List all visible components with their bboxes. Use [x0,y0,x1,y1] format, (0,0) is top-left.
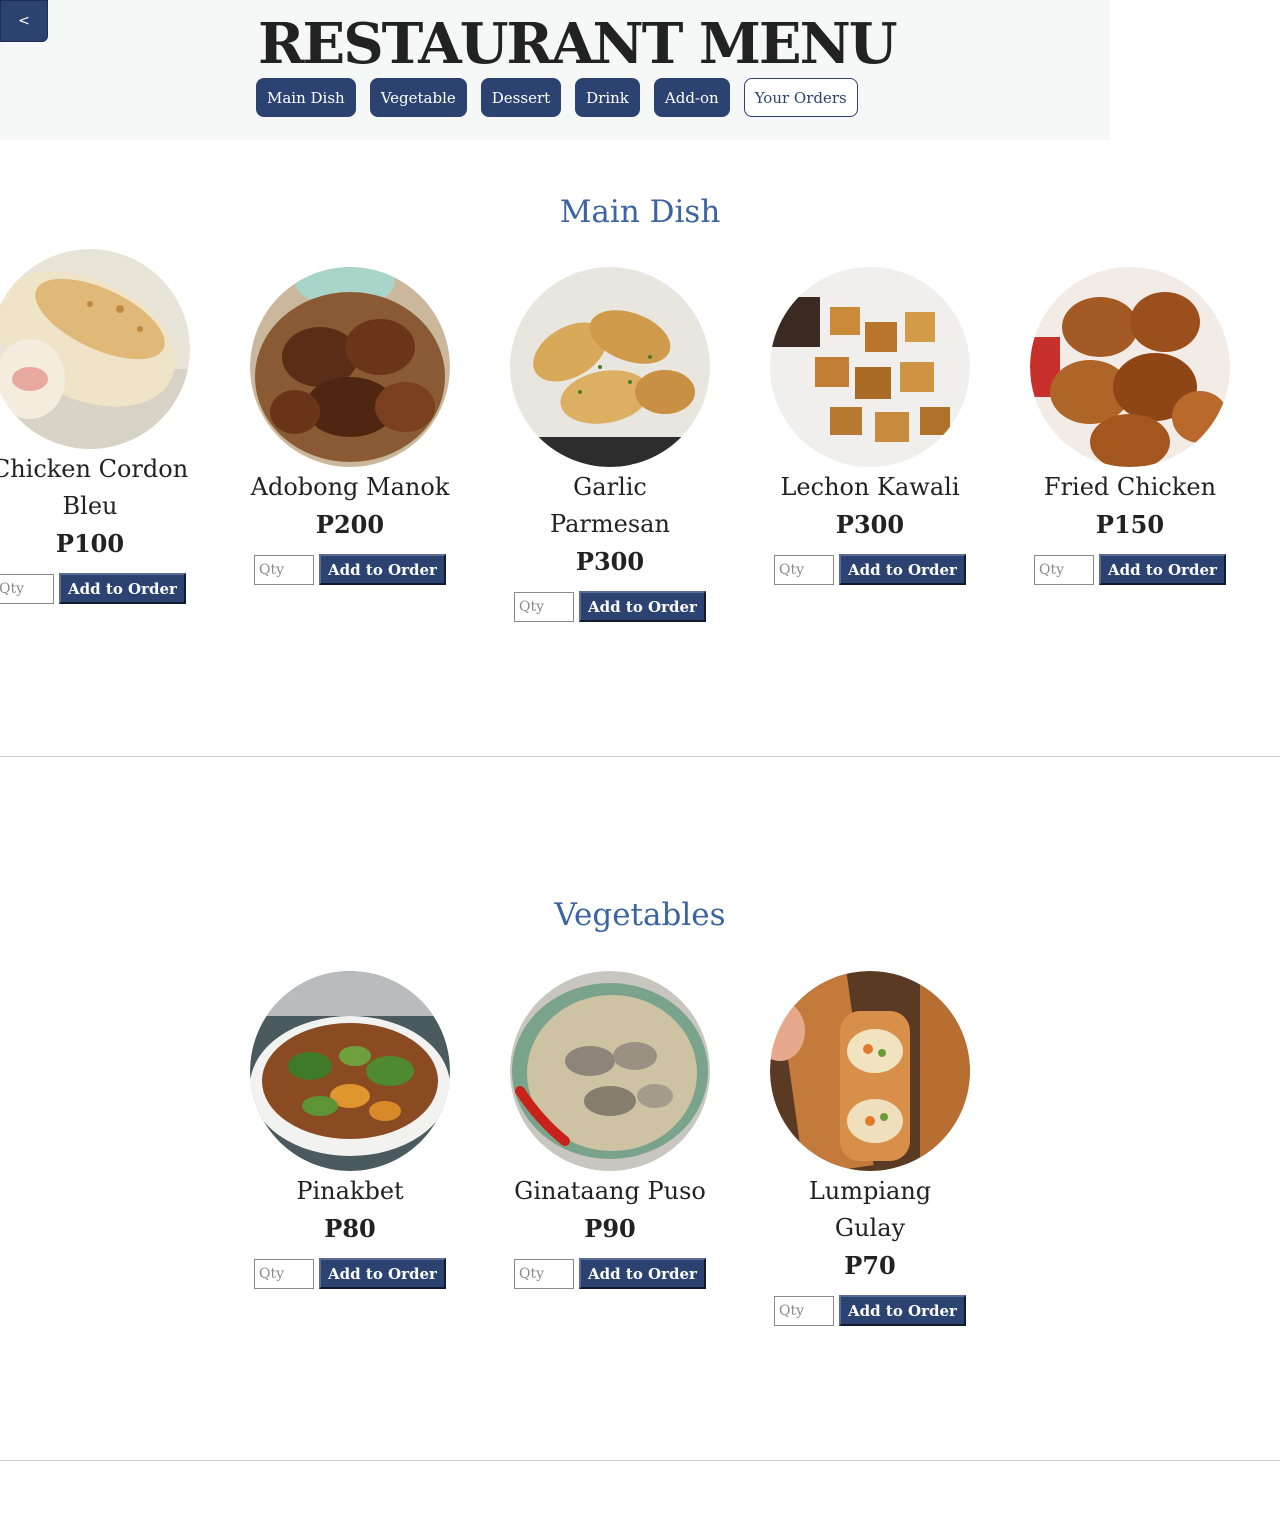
order-controls: Add to Order [0,573,190,604]
menu-item-card: Garlic Parmesan P300 Add to Order [510,267,710,622]
nav-dessert-button[interactable]: Dessert [480,78,562,117]
add-to-order-button[interactable]: Add to Order [839,554,966,585]
quantity-input[interactable] [514,1258,575,1289]
lumpiang-gulay-photo [770,971,970,1171]
item-name: Adobong Manok [250,473,450,501]
quantity-input[interactable] [774,554,835,585]
add-to-order-button[interactable]: Add to Order [1099,554,1226,585]
quantity-input[interactable] [254,554,315,585]
order-controls: Add to Order [250,554,450,585]
quantity-input[interactable] [254,1258,315,1289]
menu-item-card: Chicken Cordon Bleu P100 Add to Order [0,249,190,604]
add-to-order-button[interactable]: Add to Order [319,554,446,585]
add-to-order-button[interactable]: Add to Order [579,591,706,622]
item-price: P300 [835,510,905,539]
menu-item-card: Lechon Kawali P300 Add to Order [770,267,970,585]
nav-main-dish-button[interactable]: Main Dish [256,78,356,117]
lechon-kawali-photo [770,267,970,467]
item-price: P300 [575,547,645,576]
quantity-input[interactable] [774,1295,835,1326]
item-price: P70 [844,1251,896,1280]
quantity-input[interactable] [1034,554,1095,585]
back-button[interactable]: < [0,0,48,42]
item-name: Fried Chicken [1043,473,1217,501]
quantity-input[interactable] [0,573,55,604]
item-price: P200 [315,510,385,539]
section-title-main-dish: Main Dish [559,194,721,230]
add-to-order-button[interactable]: Add to Order [579,1258,706,1289]
adobong-manok-photo [250,267,450,467]
section-title-vegetables: Vegetables [554,897,726,933]
page-title: RESTAURANT MENU [258,11,898,77]
order-controls: Add to Order [250,1258,450,1289]
order-controls: Add to Order [1030,554,1230,585]
menu-item-card: Pinakbet P80 Add to Order [250,971,450,1289]
nav-drink-button[interactable]: Drink [575,78,640,117]
item-name: Chicken Cordon Bleu [0,455,189,520]
section-divider [0,1460,1280,1461]
order-controls: Add to Order [770,554,970,585]
item-name: Pinakbet [296,1177,404,1205]
order-controls: Add to Order [510,591,710,622]
ginataang-puso-photo [510,971,710,1171]
order-controls: Add to Order [770,1295,970,1326]
add-to-order-button[interactable]: Add to Order [319,1258,446,1289]
item-name: Lechon Kawali [780,473,960,501]
menu-item-card: Lumpiang Gulay P70 Add to Order [770,971,970,1326]
order-controls: Add to Order [510,1258,710,1289]
add-to-order-button[interactable]: Add to Order [59,573,186,604]
item-price: P150 [1095,510,1165,539]
nav-your-orders-button[interactable]: Your Orders [743,78,858,117]
item-price: P80 [324,1214,376,1243]
menu-item-card: Ginataang Puso P90 Add to Order [510,971,710,1289]
section-divider [0,756,1280,757]
menu-item-card: Adobong Manok P200 Add to Order [250,267,450,585]
garlic-parmesan-photo [510,267,710,467]
quantity-input[interactable] [514,591,575,622]
item-name: Ginataang Puso [514,1177,706,1205]
item-name: Lumpiang Gulay [808,1177,932,1242]
fried-chicken-photo [1030,267,1230,467]
item-name: Garlic Parmesan [550,473,670,538]
category-nav: Main Dish Vegetable Dessert Drink Add-on… [256,78,858,117]
chicken-cordon-bleu-photo [0,249,190,449]
add-to-order-button[interactable]: Add to Order [839,1295,966,1326]
nav-vegetable-button[interactable]: Vegetable [369,78,467,117]
menu-item-card: Fried Chicken P150 Add to Order [1030,267,1230,585]
pinakbet-photo [250,971,450,1171]
item-price: P90 [584,1214,636,1243]
item-price: P100 [55,529,125,558]
nav-add-on-button[interactable]: Add-on [653,78,730,117]
